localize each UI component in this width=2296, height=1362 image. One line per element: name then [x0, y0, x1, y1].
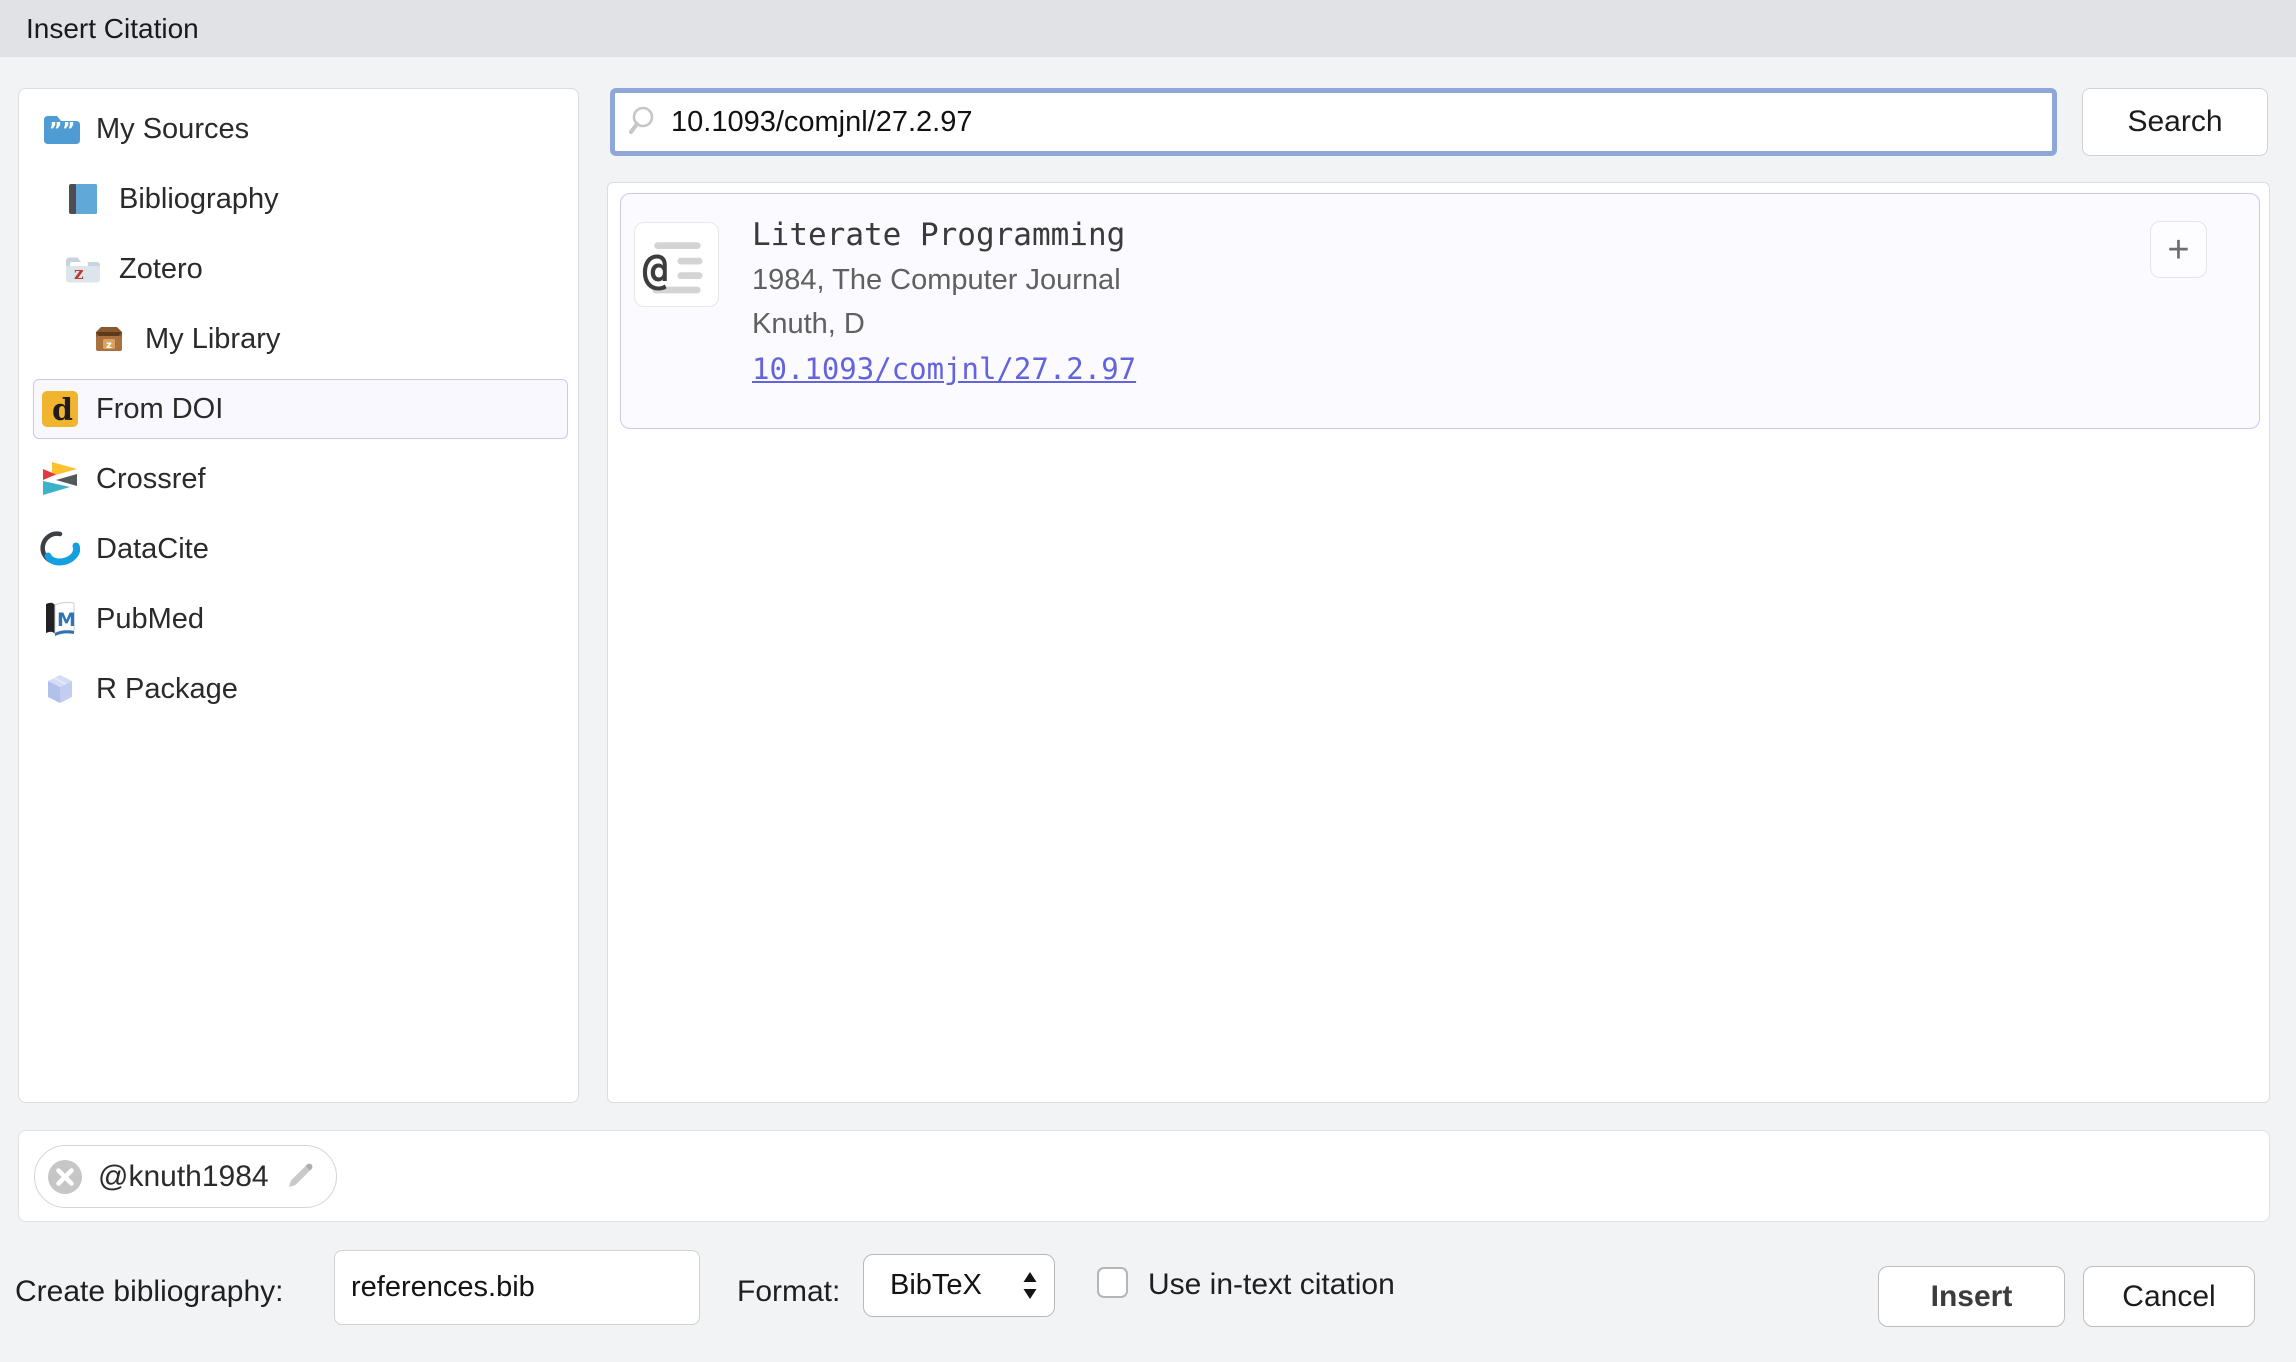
svg-text:@: @ [643, 246, 669, 295]
citation-chip-label: @knuth1984 [98, 1160, 269, 1194]
sidebar-item-r-package[interactable]: R Package [33, 659, 568, 719]
result-doi-link[interactable]: 10.1093/comjnl/27.2.97 [752, 352, 1136, 386]
my-sources-icon: ”” [40, 109, 80, 149]
use-intext-label: Use in-text citation [1148, 1268, 1395, 1302]
edit-citation-icon[interactable] [284, 1162, 314, 1192]
sidebar-item-my-library[interactable]: z My Library [33, 309, 568, 369]
sidebar-item-label: Zotero [119, 253, 203, 286]
svg-text:M: M [57, 609, 76, 631]
sidebar-item-label: Bibliography [119, 183, 279, 216]
sidebar-item-label: PubMed [96, 603, 204, 636]
sidebar-item-zotero[interactable]: z Zotero [33, 239, 568, 299]
sidebar-item-label: My Sources [96, 113, 249, 146]
svg-text:z: z [106, 340, 112, 351]
format-select-value: BibTeX [890, 1269, 982, 1302]
insert-button[interactable]: Insert [1878, 1266, 2065, 1327]
result-author: Knuth, D [752, 302, 1136, 346]
use-intext-checkbox[interactable] [1097, 1267, 1128, 1298]
sidebar-item-label: Crossref [96, 463, 206, 496]
doi-search-field [610, 88, 2057, 156]
citation-result-card[interactable]: @ Literate Programming 1984, The Compute… [620, 193, 2260, 429]
r-package-icon [40, 669, 80, 709]
cancel-button[interactable]: Cancel [2083, 1266, 2255, 1327]
citation-chip[interactable]: @knuth1984 [34, 1145, 337, 1208]
select-arrows-icon [1022, 1269, 1038, 1303]
bibliography-file-input[interactable] [335, 1251, 699, 1324]
svg-text:z: z [74, 264, 84, 284]
crossref-icon [40, 459, 80, 499]
format-label: Format: [737, 1275, 840, 1309]
add-citation-button[interactable]: + [2150, 221, 2207, 278]
dialog-title: Insert Citation [26, 13, 199, 45]
search-button[interactable]: Search [2082, 88, 2268, 156]
doi-icon: d [40, 389, 80, 429]
sources-sidebar: ”” My Sources Bibliography z Zotero [18, 88, 579, 1103]
bibliography-file-field [334, 1250, 700, 1325]
sidebar-item-label: From DOI [96, 393, 223, 426]
sidebar-item-crossref[interactable]: Crossref [33, 449, 568, 509]
result-title: Literate Programming [752, 212, 1136, 258]
sidebar-item-my-sources[interactable]: ”” My Sources [33, 99, 568, 159]
zotero-icon: z [63, 249, 103, 289]
pubmed-icon: M [40, 599, 80, 639]
sidebar-item-bibliography[interactable]: Bibliography [33, 169, 568, 229]
sidebar-item-from-doi[interactable]: d From DOI [33, 379, 568, 439]
sidebar-item-label: My Library [145, 323, 280, 356]
search-icon [627, 105, 661, 139]
search-input[interactable] [661, 105, 2052, 140]
dialog-titlebar: Insert Citation [0, 0, 2296, 57]
svg-text:d: d [52, 393, 73, 428]
my-library-icon: z [89, 319, 129, 359]
remove-citation-icon[interactable] [47, 1159, 83, 1195]
result-meta: 1984, The Computer Journal [752, 258, 1136, 302]
citation-source-icon: @ [634, 222, 719, 307]
bibliography-icon [63, 179, 103, 219]
sidebar-item-datacite[interactable]: DataCite [33, 519, 568, 579]
svg-text:””: ”” [49, 118, 75, 142]
sidebar-item-label: R Package [96, 673, 238, 706]
sidebar-item-pubmed[interactable]: M PubMed [33, 589, 568, 649]
results-panel: @ Literate Programming 1984, The Compute… [607, 182, 2270, 1103]
datacite-icon [40, 529, 80, 569]
format-select[interactable]: BibTeX [863, 1254, 1055, 1317]
sidebar-item-label: DataCite [96, 533, 209, 566]
create-bibliography-label: Create bibliography: [15, 1275, 284, 1309]
selected-citations-bar: @knuth1984 [18, 1130, 2270, 1222]
